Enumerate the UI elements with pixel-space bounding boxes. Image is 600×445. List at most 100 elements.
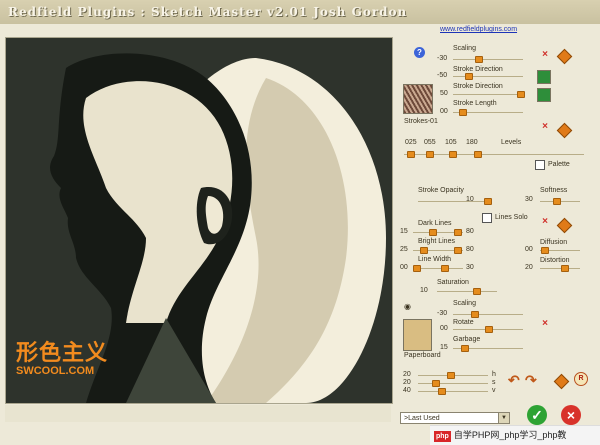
bright-lines-thumb-min[interactable]	[420, 247, 428, 254]
title-bar: Redfield Plugins : Sketch Master v2.01 J…	[0, 0, 600, 24]
plugin-window: Redfield Plugins : Sketch Master v2.01 J…	[0, 0, 600, 445]
garbage-value: 15	[440, 344, 448, 351]
garbage-label: Garbage	[453, 336, 481, 343]
eye-icon[interactable]: ◉	[404, 302, 411, 311]
window-title: Redfield Plugins : Sketch Master v2.01 J…	[8, 5, 408, 19]
distortion-value: 20	[525, 264, 533, 271]
strokes-preset-label: Strokes-01	[404, 118, 438, 125]
bright-lines-label: Bright Lines	[418, 238, 455, 245]
ok-button[interactable]: ✓	[527, 405, 547, 425]
levels-value-4: 180	[466, 139, 478, 146]
close-icon[interactable]: ×	[540, 319, 550, 329]
paper-scaling-track[interactable]	[453, 314, 523, 315]
php-badge: php	[434, 431, 451, 442]
dark-lines-thumb-min[interactable]	[429, 229, 437, 236]
levels-thumb-3[interactable]	[449, 151, 457, 158]
levels-label: Levels	[501, 139, 522, 146]
randomize-diamond-icon[interactable]	[556, 217, 573, 234]
h-thumb[interactable]	[447, 372, 455, 379]
redo-icon[interactable]: ↷	[525, 372, 537, 389]
website-link[interactable]: www.redfieldplugins.com	[440, 26, 517, 33]
rotate-thumb[interactable]	[485, 326, 493, 333]
v-value: 40	[403, 387, 411, 394]
reset-label: R	[578, 375, 584, 382]
s-track[interactable]	[418, 383, 488, 384]
levels-value-1: 025	[405, 139, 417, 146]
stroke-direction2-value: 50	[440, 90, 448, 97]
chevron-down-icon[interactable]: ▼	[498, 413, 509, 423]
dark-lines-label: Dark Lines	[418, 220, 452, 227]
line-width-max: 30	[466, 264, 474, 271]
line-width-min: 00	[400, 264, 408, 271]
stroke-direction-track[interactable]	[453, 76, 523, 77]
randomize-diamond-icon[interactable]	[556, 48, 573, 65]
stroke-length-slider-thumb[interactable]	[459, 109, 467, 116]
saturation-label: Saturation	[437, 279, 469, 286]
line-width-thumb-max[interactable]	[441, 265, 449, 272]
stroke-opacity-thumb[interactable]	[484, 198, 492, 205]
h-value: 20	[403, 371, 411, 378]
scaling-track[interactable]	[453, 59, 523, 60]
paperboard-texture-swatch[interactable]	[403, 319, 432, 351]
stroke-pattern2-icon[interactable]	[537, 88, 551, 102]
paper-scaling-thumb[interactable]	[471, 311, 479, 318]
paperboard-label: Paperboard	[404, 352, 441, 359]
diffusion-label: Diffusion	[540, 239, 568, 246]
bright-lines-thumb-max[interactable]	[454, 247, 462, 254]
line-width-thumb-min[interactable]	[413, 265, 421, 272]
levels-value-2: 055	[424, 139, 436, 146]
stroke-direction2-track[interactable]	[453, 94, 523, 95]
palette-label: Palette	[548, 161, 570, 168]
close-icon[interactable]: ×	[540, 50, 550, 60]
palette-checkbox[interactable]	[535, 160, 545, 170]
scaling-label: Scaling	[453, 45, 476, 52]
distortion-label: Distortion	[540, 257, 570, 264]
v-track[interactable]	[418, 391, 488, 392]
stroke-opacity-track[interactable]	[418, 201, 490, 202]
lines-solo-label: Lines Solo	[495, 214, 528, 221]
stroke-pattern-icon[interactable]	[537, 70, 551, 84]
levels-thumb-1[interactable]	[407, 151, 415, 158]
garbage-thumb[interactable]	[461, 345, 469, 352]
stroke-length-value: 00	[440, 108, 448, 115]
help-icon[interactable]: ?	[414, 47, 425, 58]
preset-value: >Last Used	[404, 415, 440, 422]
stroke-direction-slider-thumb[interactable]	[465, 73, 473, 80]
preview-image[interactable]: 形色主义 SWCOOL.COM	[5, 37, 393, 404]
diffusion-thumb[interactable]	[541, 247, 549, 254]
scaling-value: -30	[437, 55, 448, 62]
softness-thumb[interactable]	[553, 198, 561, 205]
stroke-direction2-slider-thumb[interactable]	[517, 91, 525, 98]
watermark-chinese: 形色主义	[16, 340, 109, 365]
distortion-thumb[interactable]	[561, 265, 569, 272]
levels-thumb-2[interactable]	[426, 151, 434, 158]
site-watermark: php 自学PHP网_php学习_php教	[430, 425, 600, 445]
dark-lines-max: 80	[466, 228, 474, 235]
softness-value: 30	[525, 196, 533, 203]
dark-lines-min: 15	[400, 228, 408, 235]
randomize-diamond-icon[interactable]	[553, 373, 570, 390]
dark-lines-thumb-max[interactable]	[454, 229, 462, 236]
randomize-diamond-icon[interactable]	[556, 122, 573, 139]
saturation-thumb[interactable]	[473, 288, 481, 295]
levels-thumb-4[interactable]	[474, 151, 482, 158]
scaling-slider-thumb[interactable]	[475, 56, 483, 63]
stroke-direction-value: -50	[437, 72, 448, 79]
s-value: 20	[403, 379, 411, 386]
rotate-value: 00	[440, 325, 448, 332]
close-icon[interactable]: ×	[540, 122, 550, 132]
v-label: v	[492, 387, 496, 394]
lines-solo-checkbox[interactable]	[482, 213, 492, 223]
distortion-track[interactable]	[540, 268, 580, 269]
reset-button[interactable]: R	[574, 372, 588, 386]
s-thumb[interactable]	[432, 380, 440, 387]
saturation-track[interactable]	[437, 291, 497, 292]
preset-dropdown[interactable]: >Last Used ▼	[400, 412, 510, 424]
h-label: h	[492, 371, 496, 378]
close-icon[interactable]: ×	[540, 217, 550, 227]
v-thumb[interactable]	[438, 388, 446, 395]
undo-icon[interactable]: ↶	[508, 372, 520, 389]
softness-label: Softness	[540, 187, 568, 194]
cancel-button[interactable]: ×	[561, 405, 581, 425]
strokes-preview-swatch[interactable]	[403, 84, 433, 114]
